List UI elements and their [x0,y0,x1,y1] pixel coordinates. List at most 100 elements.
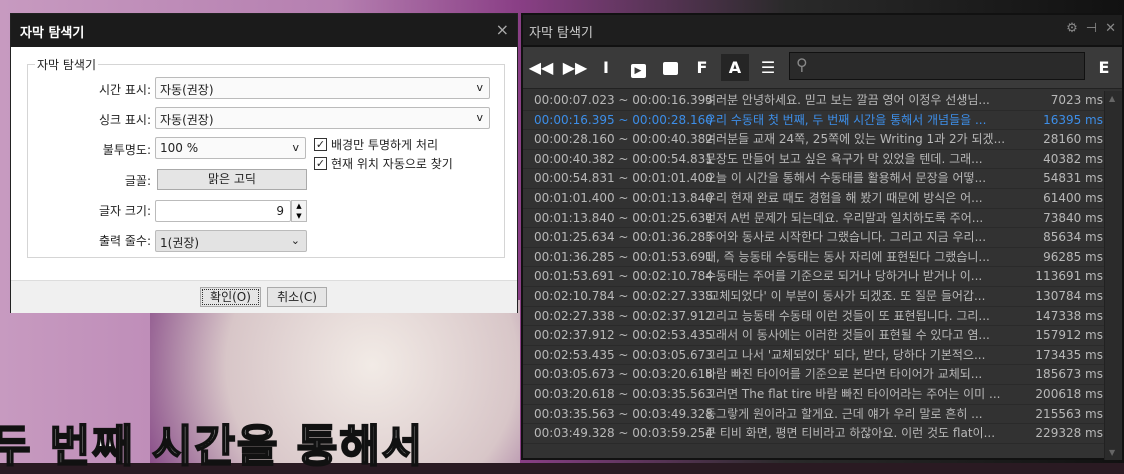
subtitle-ms: 16395 ms [1043,112,1103,127]
subtitle-row[interactable]: 00:01:36.285 ~ 00:01:53.691 태, 즉 능동태 수동태는… [523,248,1106,268]
subtitle-time: 00:01:01.400 ~ 00:01:13.840 [534,190,713,205]
subtitle-time: 00:03:05.673 ~ 00:03:20.618 [534,367,713,382]
time-value: 자동(권장) [160,83,214,97]
subtitle-time: 00:03:35.563 ~ 00:03:49.328 [534,406,713,421]
checkbox-label: 배경만 투명하게 처리 [331,138,438,152]
checkmark-icon: ✓ [314,138,327,151]
subtitle-ms: 113691 ms [1035,269,1103,284]
scrollbar[interactable]: ▲ ▼ [1104,91,1122,460]
panel-title: 자막 탐색기 [523,15,1122,47]
play-box-icon[interactable]: ▶ [624,54,652,81]
subtitle-time: 00:02:37.912 ~ 00:02:53.435 [534,328,713,343]
sync-value: 자동(권장) [160,113,214,127]
subtitle-row[interactable]: 00:03:05.673 ~ 00:03:20.618 바람 빠진 타이어를 기준… [523,365,1106,385]
subtitle-row[interactable]: 00:02:53.435 ~ 00:03:05.673 그리고 나서 '교체되었다… [523,346,1106,366]
subtitle-text: 여러분 안녕하세요. 믿고 보는 깔끔 영어 이정우 선생님... [705,93,990,107]
fast-forward-icon[interactable]: ▶▶ [561,54,589,81]
subtitle-time: 00:00:16.395 ~ 00:00:28.160 [534,112,713,127]
cancel-button[interactable]: 취소(C) [267,287,327,307]
sync-label: 싱크 표시: [98,113,151,127]
dialog-title: 자막 탐색기 [11,14,517,47]
subtitle-list: 00:00:07.023 ~ 00:00:16.395 여러분 안녕하세요. 믿고… [523,91,1106,460]
menu-icon[interactable]: ☰ [754,54,782,81]
a-button[interactable]: A [721,54,749,81]
subtitle-text: 오늘 이 시간을 통해서 수동태를 활용해서 문장을 어떻... [705,171,987,186]
arrow-up-icon[interactable]: ▲ [292,201,306,211]
subtitle-text: '교체되었다' 이 부분이 동사가 되겠죠. 또 질문 들어갑... [705,288,986,303]
subtitle-text: 태, 즉 능동태 수동태는 동사 자리에 표현된다 그랬습니... [705,249,990,264]
subtitle-row[interactable]: 00:00:28.160 ~ 00:00:40.382 여러분들 교재 24쪽, … [523,130,1106,150]
dialog-footer [11,280,517,313]
subtitle-ms: 61400 ms [1043,190,1103,205]
chevron-down-icon: v [292,141,299,154]
subtitle-time: 00:00:40.382 ~ 00:00:54.831 [534,151,713,166]
subtitle-time: 00:01:36.285 ~ 00:01:53.691 [534,249,713,264]
subtitle-row[interactable]: 00:00:16.395 ~ 00:00:28.160 우리 수동태 첫 번째, … [523,111,1106,131]
close-icon[interactable]: ✕ [1105,21,1116,36]
lines-select[interactable]: 1(권장) ⌄ [155,230,307,252]
lines-value: 1(권장) [160,236,200,250]
subtitle-text: 그래서 이 동사에는 이러한 것들이 표현될 수 있다고 염... [705,328,990,343]
e-button[interactable]: E [1090,54,1118,81]
checkmark-icon: ✓ [314,157,327,170]
lines-label: 출력 줄수: [98,234,151,248]
subtitle-ms: 185673 ms [1035,367,1103,382]
subtitle-text: 그리고 나서 '교체되었다' 되다, 받다, 당하다 기본적으... [705,347,986,362]
subtitle-row[interactable]: 00:01:13.840 ~ 00:01:25.634 먼저 A번 문제가 되는데… [523,209,1106,229]
scroll-up-icon[interactable]: ▲ [1109,94,1115,103]
auto-locate-checkbox[interactable]: ✓ 현재 위치 자동으로 찾기 [314,155,453,172]
subtitle-row[interactable]: 00:00:07.023 ~ 00:00:16.395 여러분 안녕하세요. 믿고… [523,91,1106,111]
group-label: 자막 탐색기 [35,56,99,73]
subtitle-text: 동그랗게 원이라고 할게요. 근데 얘가 우리 말로 흔히 ... [705,406,983,421]
subtitle-ms: 200618 ms [1035,386,1103,401]
arrow-down-icon[interactable]: ▼ [292,211,306,221]
sync-select[interactable]: 자동(권장) v [155,107,490,129]
subtitle-time: 00:01:25.634 ~ 00:01:36.285 [534,230,713,245]
subtitle-text: 문장도 만들어 보고 싶은 욕구가 막 있었을 텐데. 그래... [705,151,983,166]
size-input[interactable]: 9 [155,200,291,222]
opacity-select[interactable]: 100 % v [155,137,306,159]
subtitle-explorer-panel: 자막 탐색기 ⚙ ⊣ ✕ ◀◀ ▶▶ I ▶ F A ☰ ⚲ E 00:00:07.… [521,13,1124,460]
chevron-down-icon: v [476,81,483,94]
time-select[interactable]: 자동(권장) v [155,77,490,99]
subtitle-row[interactable]: 00:01:53.691 ~ 00:02:10.784 수동태는 주어를 기준으로… [523,267,1106,287]
gear-icon[interactable]: ⚙ [1066,21,1078,36]
subtitle-row[interactable]: 00:00:40.382 ~ 00:00:54.831 문장도 만들어 보고 싶은… [523,150,1106,170]
opacity-label: 불투명도: [102,143,151,157]
size-label: 글자 크기: [98,204,151,218]
subtitle-text: 여러분들 교재 24쪽, 25쪽에 있는 Writing 1과 2가 되겠... [705,132,1006,147]
subtitle-ms: 173435 ms [1035,347,1103,362]
text-cursor-icon[interactable]: I [592,54,620,81]
subtitle-row[interactable]: 00:00:54.831 ~ 00:01:01.400 오늘 이 시간을 통해서 … [523,169,1106,189]
subtitle-row[interactable]: 00:03:20.618 ~ 00:03:35.563 그러면 The flat … [523,385,1106,405]
stop-icon[interactable] [656,54,684,81]
subtitle-row[interactable]: 00:02:10.784 ~ 00:02:27.338 '교체되었다' 이 부분이… [523,287,1106,307]
size-stepper[interactable]: ▲ ▼ [291,200,307,222]
ok-button[interactable]: 확인(O) [200,287,261,307]
subtitle-row[interactable]: 00:02:27.338 ~ 00:02:37.912 그리고 능동태 수동태 이… [523,307,1106,327]
subtitle-row[interactable]: 00:01:25.634 ~ 00:01:36.285 주어와 동사로 시작한다 … [523,228,1106,248]
bg-transparent-checkbox[interactable]: ✓ 배경만 투명하게 처리 [314,136,438,153]
subtitle-time: 00:03:20.618 ~ 00:03:35.563 [534,386,713,401]
subtitle-time: 00:00:07.023 ~ 00:00:16.395 [534,93,713,107]
subtitle-time: 00:02:10.784 ~ 00:02:27.338 [534,288,713,303]
subtitle-row[interactable]: 00:02:37.912 ~ 00:02:53.435 그래서 이 동사에는 이러… [523,326,1106,346]
pin-icon[interactable]: ⊣ [1086,21,1097,36]
rewind-icon[interactable]: ◀◀ [527,54,555,81]
subtitle-text: 큰 티비 화면, 평면 티비라고 하잖아요. 이런 것도 flat이... [705,426,996,441]
close-icon[interactable]: × [496,20,509,39]
subtitle-ms: 40382 ms [1043,151,1103,166]
scroll-down-icon[interactable]: ▼ [1109,448,1115,457]
subtitle-time: 00:00:28.160 ~ 00:00:40.382 [534,132,713,147]
video-subtitle: 두 번째 시간을 통해서 [0,420,425,473]
subtitle-row[interactable]: 00:01:01.400 ~ 00:01:13.840 우리 현재 완료 때도 경… [523,189,1106,209]
font-button[interactable]: 맑은 고딕 [157,169,307,190]
search-input[interactable]: ⚲ [789,52,1085,80]
subtitle-row[interactable]: 00:03:35.563 ~ 00:03:49.328 동그랗게 원이라고 할게요… [523,405,1106,425]
subtitle-text: 그리고 능동태 수동태 이런 것들이 또 표현됩니다. 그리... [705,308,990,323]
subtitle-ms: 229328 ms [1035,426,1103,441]
subtitle-row[interactable]: 00:03:49.328 ~ 00:03:59.254 큰 티비 화면, 평면 티… [523,424,1106,444]
subtitle-ms: 54831 ms [1043,171,1103,186]
subtitle-text: 수동태는 주어를 기준으로 되거나 당하거나 받거나 이... [705,269,983,284]
f-button[interactable]: F [688,54,716,81]
